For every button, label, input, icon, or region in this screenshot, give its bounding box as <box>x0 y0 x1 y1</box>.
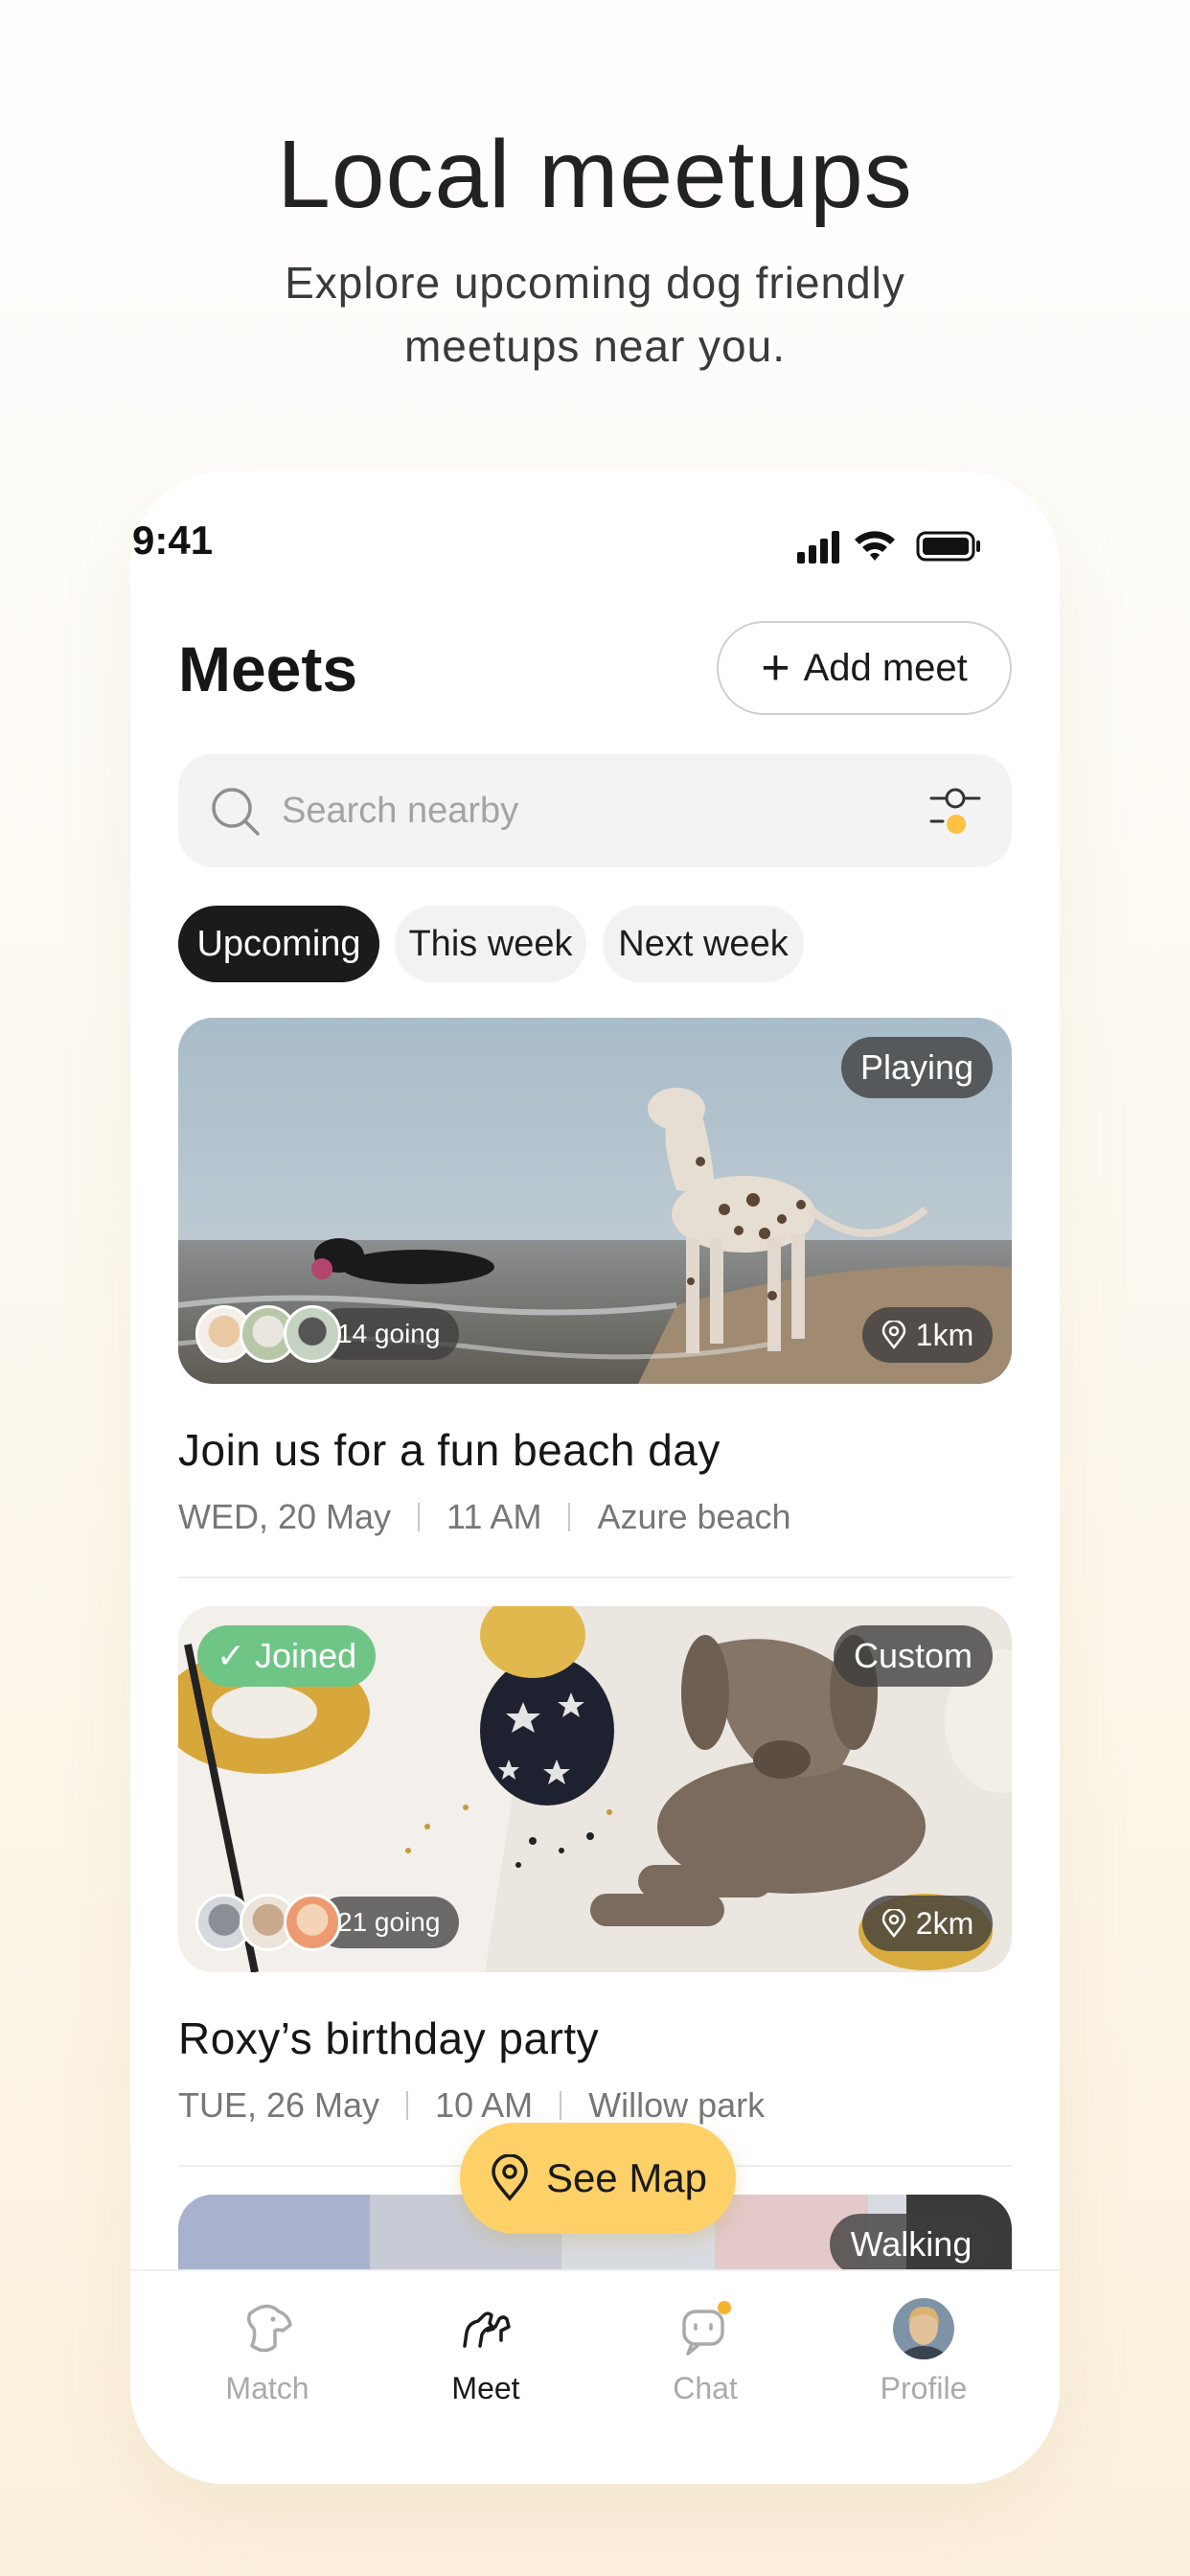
tab-match[interactable]: Match <box>186 2298 349 2406</box>
avatar <box>893 2298 954 2359</box>
hero-subtitle: Explore upcoming dog friendly meetups ne… <box>285 258 905 371</box>
category-tag: Playing <box>841 1037 993 1098</box>
filter-icon[interactable] <box>927 783 983 839</box>
attendees[interactable]: 21 going <box>195 1894 460 1951</box>
dog-head-icon <box>246 2304 292 2353</box>
distance-badge: 1km <box>862 1307 993 1363</box>
add-meet-label: Add meet <box>803 646 968 689</box>
meet-time: 11 AM <box>446 1497 542 1536</box>
see-map-button[interactable]: See Map <box>460 2123 736 2234</box>
meet-place: Willow park <box>588 2085 766 2125</box>
two-dogs-icon <box>463 2312 511 2348</box>
location-pin-icon <box>881 1909 906 1938</box>
tab-label: Match <box>225 2371 309 2405</box>
meet-place: Azure beach <box>597 1497 791 1536</box>
distance-text: 1km <box>915 1317 974 1352</box>
joined-badge: ✓ Joined <box>197 1625 376 1687</box>
meta-separator <box>406 2091 409 2120</box>
check-icon: ✓ <box>216 1636 246 1675</box>
wifi-icon <box>855 531 895 561</box>
tab-profile[interactable]: Profile <box>842 2298 1005 2406</box>
location-pin-icon <box>492 2154 528 2201</box>
search-input[interactable] <box>282 783 857 839</box>
meet-card-image[interactable]: Playing 14 going 1km <box>178 1018 1012 1384</box>
search-bar <box>178 754 1012 867</box>
meet-date: TUE, 26 May <box>178 2085 380 2125</box>
distance-text: 2km <box>915 1905 974 1941</box>
filter-chip-this-week[interactable]: This week <box>395 906 586 982</box>
plus-icon: + <box>761 640 790 696</box>
meet-card-image[interactable]: ✓ Joined Custom 21 going 2km <box>178 1606 1012 1972</box>
category-tag: Walking <box>830 2214 993 2269</box>
location-pin-icon <box>881 1321 906 1349</box>
meta-separator <box>560 2091 562 2120</box>
joined-label: Joined <box>255 1636 357 1675</box>
card-divider <box>178 1576 1012 1578</box>
meta-separator <box>568 1503 571 1531</box>
battery-icon <box>916 531 980 562</box>
category-tag: Custom <box>834 1625 993 1687</box>
add-meet-button[interactable]: + Add meet <box>717 621 1012 715</box>
meet-meta: WED, 20 May 11 AM Azure beach <box>178 1497 791 1537</box>
attendee-avatar <box>284 1894 341 1951</box>
meet-title[interactable]: Join us for a fun beach day <box>178 1424 721 1476</box>
filter-chip-upcoming[interactable]: Upcoming <box>178 906 379 982</box>
tab-label: Profile <box>880 2371 968 2405</box>
distance-badge: 2km <box>862 1896 993 1951</box>
search-icon <box>212 788 260 836</box>
tab-meet[interactable]: Meet <box>404 2298 567 2406</box>
meet-title[interactable]: Roxy’s birthday party <box>178 2012 599 2064</box>
filter-chip-next-week[interactable]: Next week <box>603 906 804 982</box>
tab-chat[interactable]: Chat <box>624 2298 787 2406</box>
notification-dot <box>718 2301 731 2314</box>
status-time: 9:41 <box>132 518 214 563</box>
meet-meta: TUE, 26 May 10 AM Willow park <box>178 2085 765 2126</box>
meet-time: 10 AM <box>435 2085 534 2125</box>
attendee-avatar <box>284 1305 341 1363</box>
signal-icon <box>797 531 839 564</box>
hero-title: Local meetups <box>277 121 913 228</box>
page-title: Meets <box>178 633 358 704</box>
attendees[interactable]: 14 going <box>195 1305 460 1363</box>
tab-label: Chat <box>673 2371 738 2405</box>
meta-separator <box>418 1503 421 1531</box>
see-map-label: See Map <box>545 2155 708 2200</box>
tab-label: Meet <box>451 2371 520 2405</box>
chat-bubble-icon <box>682 2301 731 2356</box>
status-icons <box>797 531 980 564</box>
meet-date: WED, 20 May <box>178 1497 392 1536</box>
